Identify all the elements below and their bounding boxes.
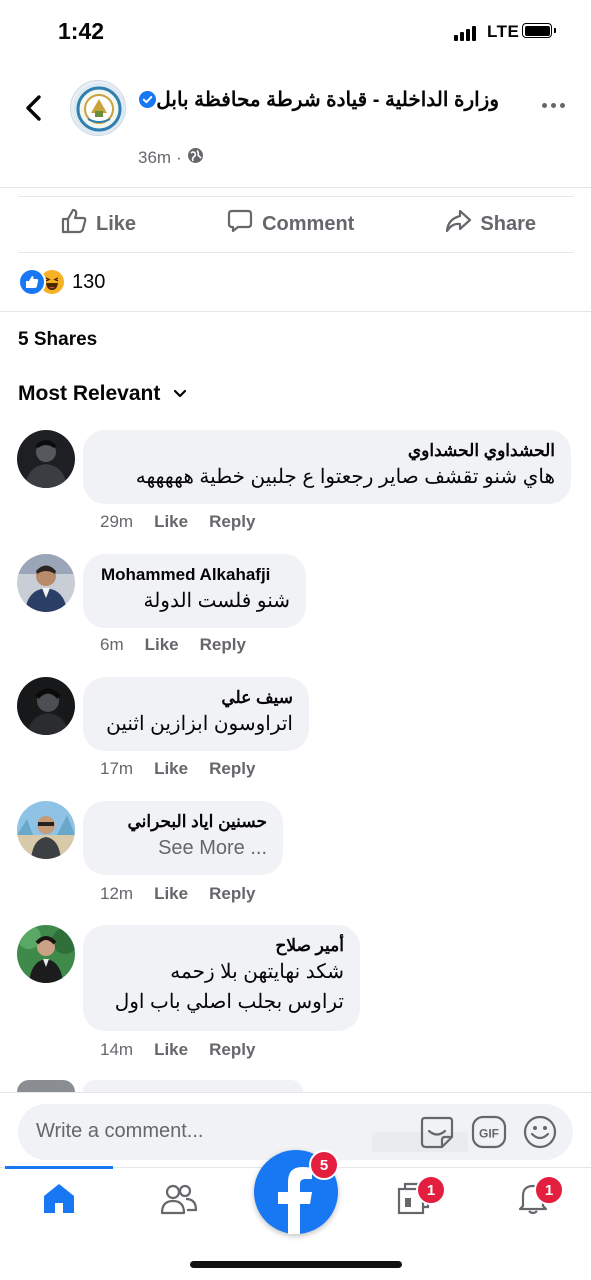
comment-meta: 12m Like Reply: [100, 884, 255, 904]
actions-bottom-divider: [18, 252, 574, 253]
commenter-name[interactable]: Mohammed Alkahafji: [101, 564, 290, 586]
page-avatar[interactable]: [70, 80, 126, 136]
battery-cap: [554, 28, 556, 33]
comment-sort-dropdown[interactable]: Most Relevant: [18, 382, 188, 406]
comment-bubble[interactable]: سيف علي اتراوسون ابزازين اثنين: [83, 677, 309, 751]
thumbs-up-icon: [60, 207, 88, 241]
commenter-name[interactable]: سيف علي: [101, 687, 293, 709]
network-type: LTE: [487, 22, 520, 41]
header-divider: [0, 187, 591, 188]
comment-like-button[interactable]: Like: [154, 759, 188, 779]
messenger-badge: 5: [309, 1150, 339, 1180]
svg-text:GIF: GIF: [479, 1127, 499, 1141]
comment-time: 12m: [100, 884, 134, 903]
comment-time: 14m: [100, 1040, 134, 1059]
reaction-count: 130: [72, 270, 106, 293]
share-button[interactable]: Share: [444, 207, 536, 241]
home-icon[interactable]: [41, 1181, 77, 1220]
comment-bubble[interactable]: Mohammed Alkahafji شنو فلست الدولة: [83, 554, 306, 628]
cellular-signal-icon: [454, 26, 476, 41]
comment-like-button[interactable]: Like: [154, 884, 188, 904]
comment-like-button[interactable]: Like: [154, 1040, 188, 1060]
commenter-avatar[interactable]: [17, 801, 75, 859]
comment-input-placeholder[interactable]: Write a comment...: [36, 1120, 203, 1143]
commenter-avatar[interactable]: [17, 677, 75, 735]
share-icon: [444, 207, 472, 241]
comment-text-line: شكد نهايتهن بلا زحمه: [170, 961, 344, 983]
verified-badge-icon: [139, 88, 157, 108]
comment-time: 29m: [100, 512, 134, 531]
page-name-text[interactable]: وزارة الداخلية - قيادة شرطة محافظة بابل: [156, 89, 499, 111]
commenter-avatar[interactable]: [17, 1080, 75, 1092]
active-tab-indicator: [5, 1166, 113, 1169]
comment-meta: 17m Like Reply: [100, 759, 255, 779]
comment-like-button[interactable]: Like: [154, 512, 188, 532]
comment-text: شنو فلست الدولة: [143, 590, 290, 612]
comment-bubble[interactable]: [83, 1080, 303, 1092]
comment-label[interactable]: Comment: [262, 213, 354, 236]
composer-divider: [0, 1092, 591, 1093]
comment-reply-button[interactable]: Reply: [209, 884, 255, 904]
status-time: 1:42: [58, 18, 105, 44]
like-reaction-icon: [18, 268, 46, 296]
battery-icon: [522, 23, 552, 38]
sort-label[interactable]: Most Relevant: [18, 382, 160, 406]
comment-reply-button[interactable]: Reply: [209, 1040, 255, 1060]
comment-like-button[interactable]: Like: [145, 635, 179, 655]
commenter-avatar[interactable]: [17, 554, 75, 612]
emoji-icon[interactable]: [521, 1113, 559, 1156]
post-actions: Like Comment Share: [18, 196, 574, 252]
sticker-icon[interactable]: [418, 1113, 456, 1156]
comment-meta: 29m Like Reply: [100, 512, 255, 532]
pages-badge: 1: [416, 1175, 446, 1205]
comment-meta: 14m Like Reply: [100, 1040, 255, 1060]
commenter-name[interactable]: أمير صلاح: [101, 935, 344, 957]
comment-bubble[interactable]: الحشداوي الحشداوي هاي شنو تقشف صاير رجعت…: [83, 430, 571, 504]
see-more-link[interactable]: See More ...: [101, 833, 267, 863]
reactions-divider: [0, 311, 591, 312]
comment-button[interactable]: Comment: [226, 207, 354, 241]
comment-icon: [226, 207, 254, 241]
post-time: 36m: [138, 148, 172, 167]
notifications-badge: 1: [534, 1175, 564, 1205]
comment-time: 6m: [100, 635, 124, 654]
more-options-button[interactable]: [542, 103, 565, 108]
chevron-down-icon: [172, 382, 188, 406]
post-meta: 36m ·: [138, 147, 204, 169]
commenter-avatar[interactable]: [17, 430, 75, 488]
comment-meta: 6m Like Reply: [100, 635, 246, 655]
comment-reply-button[interactable]: Reply: [209, 512, 255, 532]
comment-text-line: تراوس بجلب اصلي باب اول: [114, 991, 344, 1013]
share-label[interactable]: Share: [480, 213, 536, 236]
comment-bubble[interactable]: أمير صلاح شكد نهايتهن بلا زحمه تراوس بجل…: [83, 925, 360, 1031]
friends-icon[interactable]: [159, 1182, 199, 1221]
comment-reply-button[interactable]: Reply: [209, 759, 255, 779]
globe-icon: [187, 147, 204, 169]
commenter-avatar[interactable]: [17, 925, 75, 983]
comment-text: اتراوسون ابزازين اثنين: [106, 713, 293, 735]
comment-time: 17m: [100, 759, 134, 778]
back-button[interactable]: [20, 88, 50, 128]
commenter-name[interactable]: الحشداوي الحشداوي: [101, 440, 555, 462]
like-button[interactable]: Like: [60, 207, 136, 241]
comment-reply-button[interactable]: Reply: [200, 635, 246, 655]
comment-bubble[interactable]: حسنين اياد البحراني See More ...: [83, 801, 283, 875]
reactions-summary[interactable]: 130: [18, 268, 105, 296]
comment-text: هاي شنو تقشف صاير رجعتوا ع جلبين خطية هه…: [135, 466, 555, 488]
like-label[interactable]: Like: [96, 213, 136, 236]
shares-count[interactable]: 5 Shares: [18, 329, 97, 351]
home-indicator: [190, 1261, 402, 1268]
commenter-name[interactable]: حسنين اياد البحراني: [101, 811, 267, 833]
page-name[interactable]: وزارة الداخلية - قيادة شرطة محافظة بابل: [119, 86, 499, 114]
gif-icon[interactable]: GIF: [470, 1113, 508, 1156]
meta-dot: ·: [176, 148, 182, 167]
